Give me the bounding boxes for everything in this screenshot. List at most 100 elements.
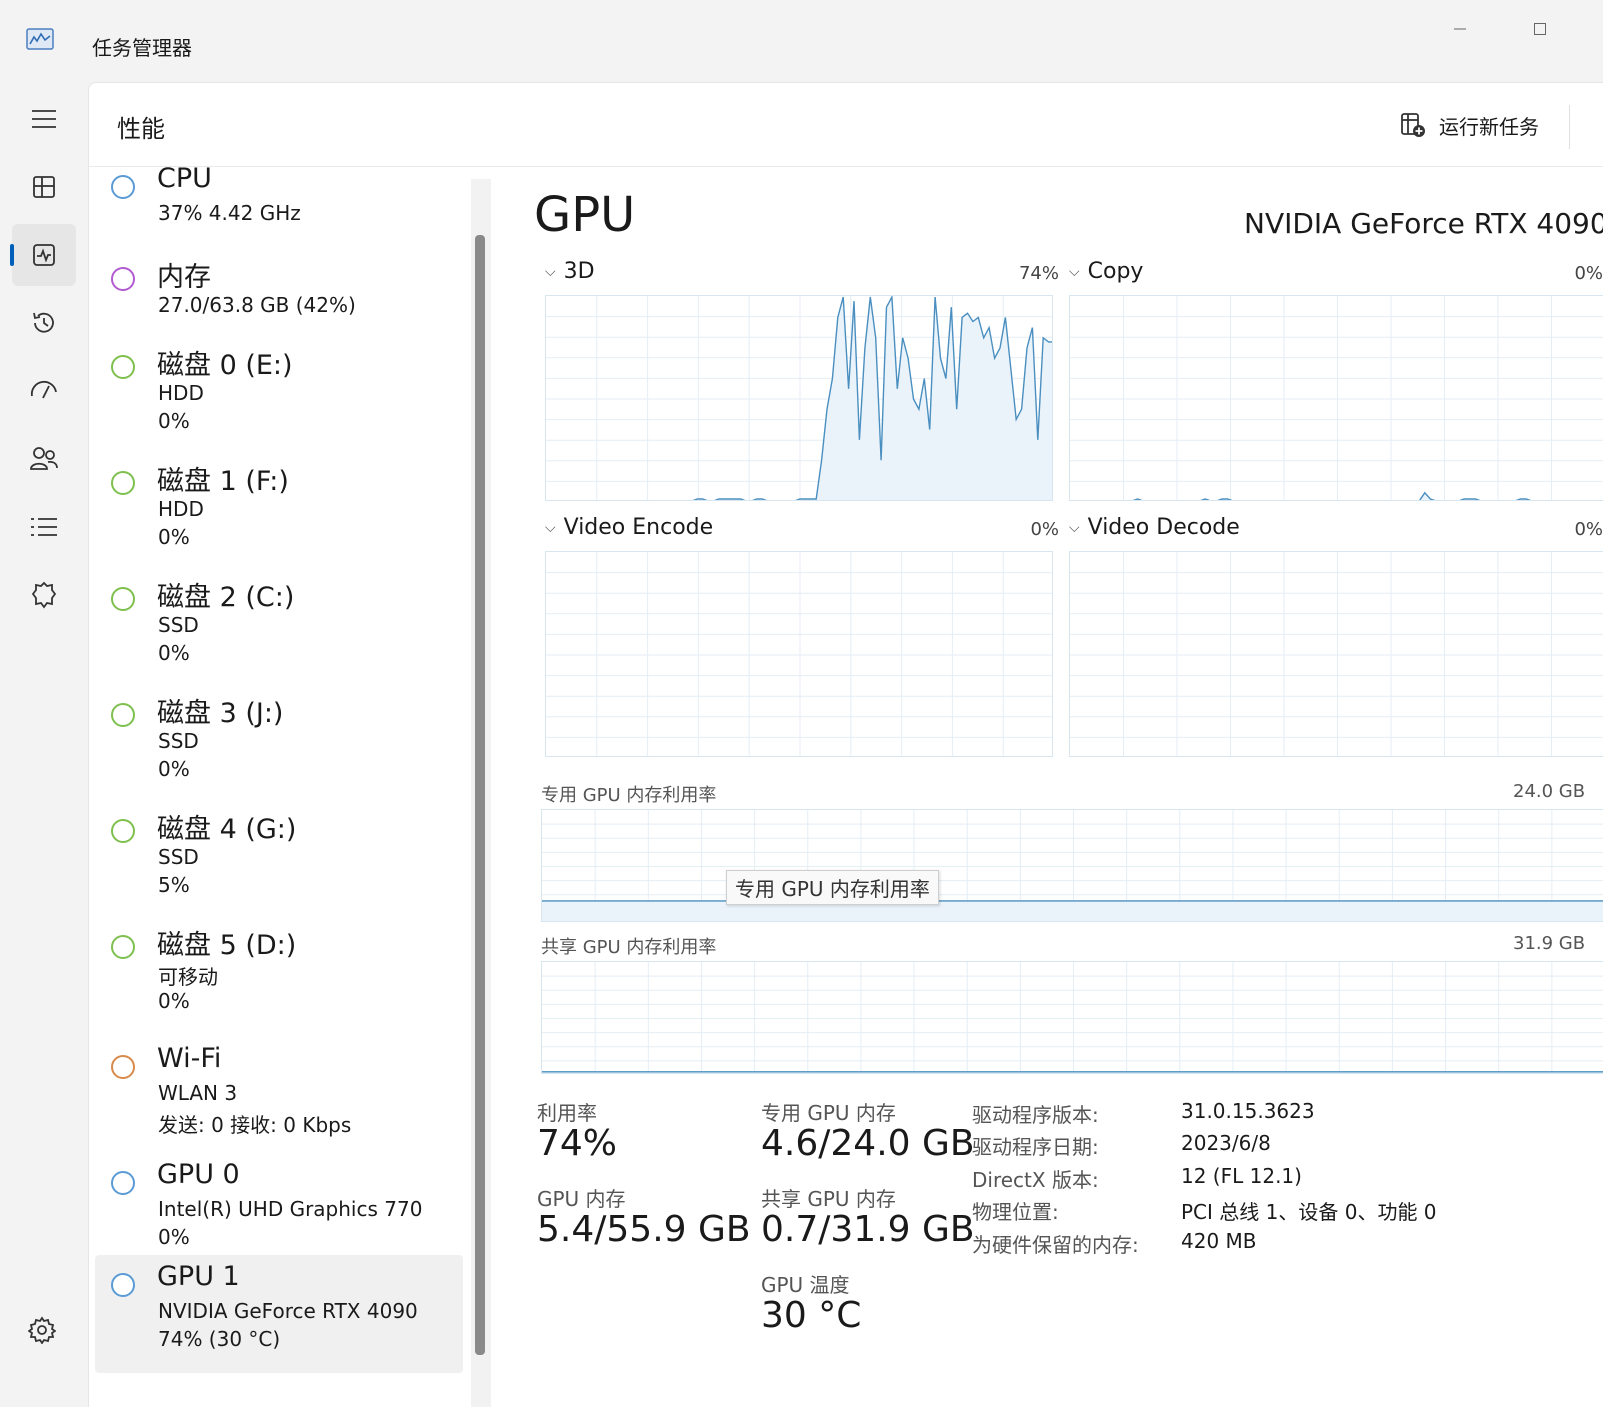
driver-version-value: 31.0.15.3623 bbox=[1181, 1099, 1315, 1123]
resource-detail-line: SSD bbox=[158, 729, 199, 753]
resource-detail-line: WLAN 3 bbox=[158, 1081, 238, 1105]
resource-item[interactable]: 内存 27.0/63.8 GB (42%) bbox=[95, 249, 463, 329]
resource-item[interactable]: 磁盘 2 (C:) SSD 0% bbox=[95, 569, 463, 677]
resource-name: 磁盘 2 (C:) bbox=[157, 582, 295, 613]
resource-detail-line: HDD bbox=[158, 497, 204, 521]
resource-detail-line: 37% 4.42 GHz bbox=[158, 201, 301, 225]
engine-copy-selector[interactable]: ⌵ Copy bbox=[1069, 259, 1143, 284]
driver-date-key: 驱动程序日期: bbox=[972, 1135, 1099, 1159]
resource-item[interactable]: CPU 37% 4.42 GHz bbox=[95, 167, 463, 227]
resource-item[interactable]: Wi-Fi WLAN 3 发送: 0 接收: 0 Kbps bbox=[95, 1037, 463, 1145]
resource-name: 内存 bbox=[157, 262, 211, 293]
dedicated-memory-chart bbox=[542, 810, 1603, 921]
dedicated-memory-graph-label: 专用 GPU 内存利用率 bbox=[541, 785, 717, 806]
performance-icon bbox=[33, 244, 55, 266]
resource-item[interactable]: GPU 1 NVIDIA GeForce RTX 4090 74% (30 °C) bbox=[95, 1255, 463, 1373]
resource-detail-line: 27.0/63.8 GB (42%) bbox=[158, 293, 356, 317]
services-icon bbox=[31, 581, 57, 609]
engine-video-decode-selector[interactable]: ⌵ Video Decode bbox=[1069, 515, 1240, 540]
shared-gpu-memory-value: 0.7/31.9 GB bbox=[761, 1209, 975, 1250]
task-manager-app-icon bbox=[26, 28, 54, 50]
window-title: 任务管理器 bbox=[92, 36, 192, 60]
maximize-button[interactable] bbox=[1520, 14, 1560, 44]
resource-list-scrollbar-thumb[interactable] bbox=[475, 235, 485, 1355]
resource-detail-line: 发送: 0 接收: 0 Kbps bbox=[158, 1113, 352, 1137]
resource-item[interactable]: 磁盘 1 (F:) HDD 0% bbox=[95, 453, 463, 561]
settings-icon bbox=[27, 1316, 57, 1345]
engine-video-decode-chart bbox=[1070, 552, 1603, 756]
engine-3d-selector[interactable]: ⌵ 3D bbox=[545, 259, 595, 284]
engine-video-encode-label: Video Encode bbox=[563, 515, 714, 540]
nav-services[interactable] bbox=[12, 564, 76, 626]
resource-status-dot bbox=[111, 1171, 135, 1195]
resource-detail-line: SSD bbox=[158, 845, 199, 869]
resource-detail-line: 0% bbox=[158, 757, 190, 781]
page-header: 性能 运行新任务 bbox=[89, 83, 1603, 167]
nav-startup-apps[interactable] bbox=[12, 360, 76, 422]
engine-video-encode-selector[interactable]: ⌵ Video Encode bbox=[545, 515, 713, 540]
title-bar: 任务管理器 bbox=[0, 0, 1603, 82]
nav-settings-button[interactable] bbox=[27, 1316, 60, 1348]
gpu-memory-label: GPU 内存 bbox=[537, 1187, 626, 1211]
resource-detail-line: Intel(R) UHD Graphics 770 bbox=[158, 1197, 423, 1221]
resource-status-dot bbox=[111, 703, 135, 727]
resource-detail-line: 0% bbox=[158, 525, 190, 549]
engine-video-encode-chart bbox=[546, 552, 1052, 756]
engine-copy-label: Copy bbox=[1087, 259, 1144, 284]
run-new-task-button[interactable]: 运行新任务 bbox=[1399, 107, 1539, 143]
dedicated-memory-tooltip: 专用 GPU 内存利用率 bbox=[726, 870, 939, 905]
nav-details[interactable] bbox=[12, 496, 76, 558]
resource-detail-line: 0% bbox=[158, 1225, 190, 1249]
utilization-label: 利用率 bbox=[537, 1101, 597, 1125]
shared-memory-graph bbox=[541, 961, 1603, 1074]
engine-3d-percent: 74% bbox=[1018, 263, 1059, 284]
resource-detail-line: SSD bbox=[158, 613, 199, 637]
shared-memory-max: 31.9 GB bbox=[1513, 933, 1586, 954]
resource-item[interactable]: 磁盘 3 (J:) SSD 0% bbox=[95, 685, 463, 793]
details-icon bbox=[31, 518, 57, 536]
active-indicator bbox=[10, 244, 14, 266]
resource-name: CPU bbox=[157, 167, 212, 194]
resource-status-dot bbox=[111, 1055, 135, 1079]
content-card: 性能 运行新任务 CPU 37% 4.42 GHz 内存 27.0/63.8 GB (… bbox=[88, 82, 1603, 1407]
engine-copy-percent: 0% bbox=[1574, 263, 1603, 284]
engine-copy-series-area bbox=[1134, 492, 1529, 500]
resource-name: 磁盘 0 (E:) bbox=[157, 350, 293, 381]
resource-item[interactable]: 磁盘 5 (D:) 可移动 0% bbox=[95, 917, 463, 1025]
hardware-reserved-memory-key: 为硬件保留的内存: bbox=[972, 1233, 1139, 1257]
nav-processes[interactable] bbox=[12, 156, 76, 218]
gpu-temperature-value: 30 °C bbox=[761, 1295, 862, 1336]
shared-memory-graph-label: 共享 GPU 内存利用率 bbox=[541, 937, 717, 958]
resource-item[interactable]: GPU 0 Intel(R) UHD Graphics 770 0% bbox=[95, 1153, 463, 1249]
resource-detail-line: 5% bbox=[158, 873, 190, 897]
header-separator bbox=[1569, 105, 1570, 149]
dedicated-gpu-memory-label: 专用 GPU 内存 bbox=[761, 1101, 896, 1125]
resource-detail-line: 0% bbox=[158, 641, 190, 665]
nav-users[interactable] bbox=[12, 428, 76, 490]
dedicated-memory-series-area bbox=[542, 900, 1603, 921]
directx-version-key: DirectX 版本: bbox=[972, 1168, 1099, 1192]
resource-status-dot bbox=[111, 355, 135, 379]
resource-name: 磁盘 1 (F:) bbox=[157, 466, 289, 497]
utilization-value: 74% bbox=[537, 1123, 618, 1164]
resource-item[interactable]: 磁盘 0 (E:) HDD 0% bbox=[95, 337, 463, 445]
nav-app-history[interactable] bbox=[12, 292, 76, 354]
minimize-icon bbox=[1454, 28, 1466, 30]
nav-menu-button[interactable] bbox=[12, 88, 76, 150]
run-new-task-label: 运行新任务 bbox=[1439, 114, 1539, 139]
hardware-reserved-memory-value: 420 MB bbox=[1181, 1229, 1257, 1253]
resource-name: Wi-Fi bbox=[157, 1043, 222, 1074]
hamburger-menu-icon bbox=[32, 110, 56, 128]
resource-name: GPU 1 bbox=[157, 1261, 240, 1292]
resource-detail-line: HDD bbox=[158, 381, 204, 405]
dedicated-gpu-memory-value: 4.6/24.0 GB bbox=[761, 1123, 975, 1164]
minimize-button[interactable] bbox=[1440, 14, 1480, 44]
resource-detail-line: 0% bbox=[158, 989, 190, 1013]
nav-performance[interactable] bbox=[10, 224, 76, 286]
engine-copy-chart bbox=[1070, 296, 1603, 500]
resource-status-dot bbox=[111, 935, 135, 959]
resource-item[interactable]: 磁盘 4 (G:) SSD 5% bbox=[95, 801, 463, 909]
engine-video-decode-percent: 0% bbox=[1574, 519, 1603, 540]
maximize-icon bbox=[1534, 23, 1546, 35]
directx-version-value: 12 (FL 12.1) bbox=[1181, 1164, 1302, 1188]
